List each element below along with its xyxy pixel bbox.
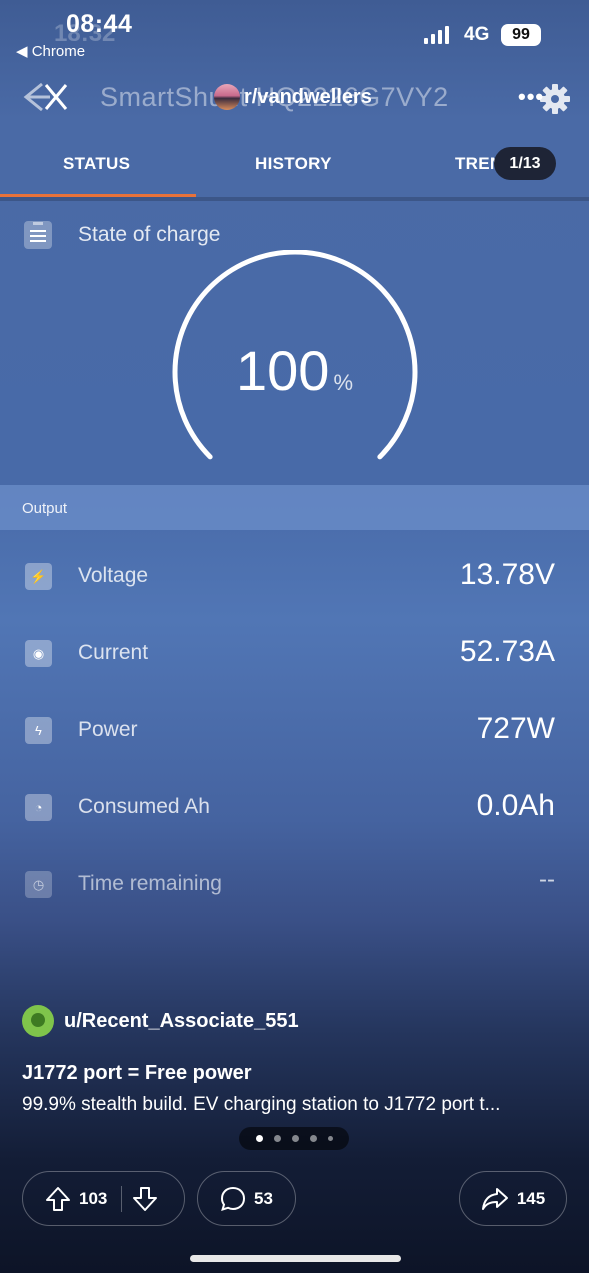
back-to-chrome-link[interactable]: ◀ Chrome: [16, 42, 85, 60]
voltage-icon: ⚡: [25, 563, 52, 590]
comment-icon: [220, 1186, 246, 1212]
current-value: 52.73A: [459, 635, 555, 668]
subreddit-name: r/vandwellers: [244, 85, 372, 108]
output-section-label: Output: [22, 500, 68, 517]
status-time: 08:44: [66, 10, 133, 38]
upvote-count: 103: [79, 1188, 108, 1208]
comment-count: 53: [254, 1188, 273, 1208]
consumed-icon: ◔: [25, 794, 52, 821]
gallery-dot-1[interactable]: [255, 1135, 263, 1142]
current-icon: ◉: [25, 640, 52, 667]
home-indicator[interactable]: [190, 1255, 401, 1262]
output-section-header: [0, 485, 589, 530]
battery-list-icon: [24, 221, 52, 249]
share-button[interactable]: 145: [459, 1171, 567, 1226]
signal-icon: [424, 26, 450, 44]
clock-icon: ◷: [25, 871, 52, 898]
gallery-dot-4[interactable]: [309, 1135, 317, 1142]
tab-history[interactable]: HISTORY: [255, 154, 332, 174]
gallery-dot-5[interactable]: [327, 1136, 333, 1141]
voltage-label: Voltage: [78, 564, 149, 587]
close-back-icon[interactable]: [20, 80, 70, 114]
current-label: Current: [78, 641, 149, 664]
subreddit-link[interactable]: r/vandwellers: [214, 82, 372, 112]
soc-number: 100: [236, 339, 330, 402]
power-icon: ϟ: [25, 717, 52, 744]
upvote-icon[interactable]: [45, 1186, 71, 1212]
vote-divider: [121, 1185, 123, 1212]
comments-button[interactable]: 53: [197, 1171, 296, 1226]
gallery-dots: [239, 1127, 349, 1150]
power-value: 727W: [476, 712, 555, 745]
tab-status[interactable]: STATUS: [63, 154, 130, 174]
share-icon: [481, 1186, 509, 1212]
state-of-charge-value: 100%: [0, 338, 589, 403]
post-body[interactable]: 99.9% stealth build. EV charging station…: [22, 1094, 562, 1116]
vote-pill: 103: [22, 1171, 185, 1226]
soc-unit: %: [333, 370, 353, 395]
voltage-value: 13.78V: [459, 558, 555, 591]
tab-divider: [0, 197, 589, 201]
state-of-charge-label: State of charge: [78, 223, 221, 246]
gallery-dot-2[interactable]: [273, 1135, 281, 1142]
gear-icon[interactable]: [538, 82, 572, 116]
image-pager-badge: 1/13: [494, 147, 556, 180]
gallery-dot-3[interactable]: [291, 1135, 299, 1142]
downvote-icon[interactable]: [132, 1186, 158, 1212]
user-avatar[interactable]: [22, 1005, 54, 1037]
share-count: 145: [516, 1188, 546, 1208]
time-remaining-value: --: [539, 866, 555, 893]
battery-indicator: 99: [501, 24, 541, 46]
power-label: Power: [78, 718, 138, 741]
network-type: 4G: [464, 24, 490, 45]
consumed-ah-label: Consumed Ah: [78, 795, 210, 818]
post-author[interactable]: u/Recent_Associate_551: [64, 1010, 299, 1033]
post-title[interactable]: J1772 port = Free power: [22, 1062, 252, 1085]
subreddit-avatar: [214, 84, 240, 110]
consumed-ah-value: 0.0Ah: [476, 789, 555, 822]
time-remaining-label: Time remaining: [78, 872, 222, 895]
